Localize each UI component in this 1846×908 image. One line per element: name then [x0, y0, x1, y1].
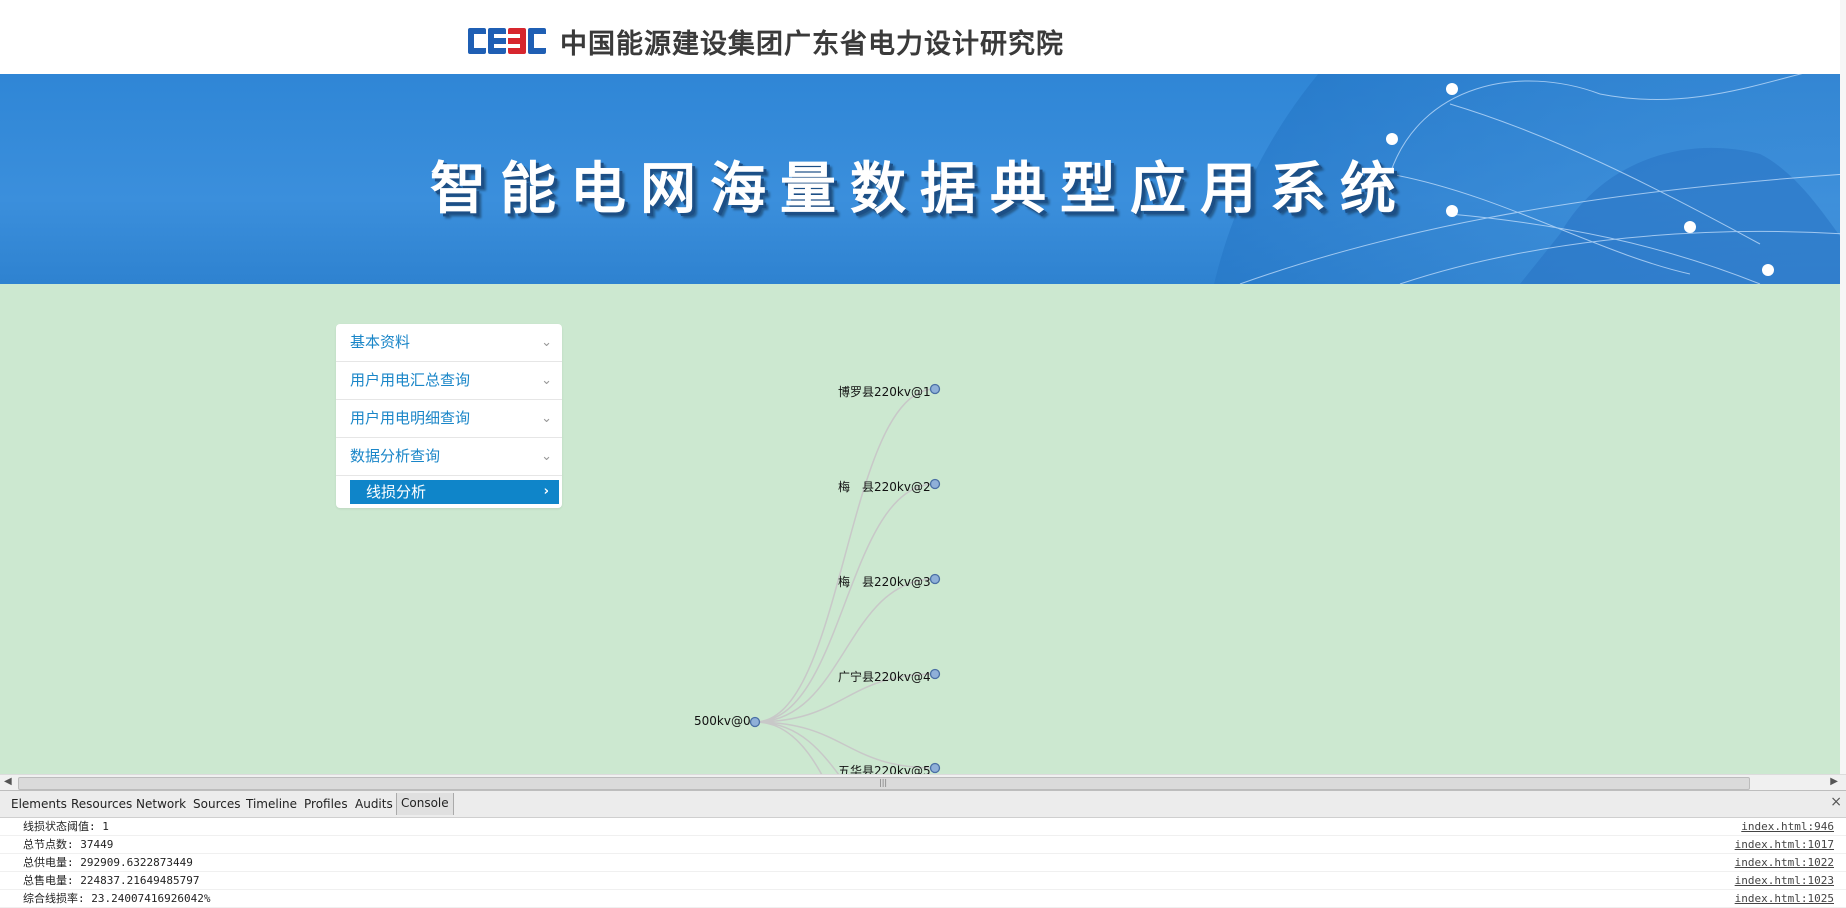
tab-console[interactable]: Console — [396, 793, 454, 815]
log-source-link[interactable]: index.html:1025 — [1735, 890, 1834, 907]
tree-node-label[interactable]: 广宁县220kv@4 — [838, 668, 931, 685]
scroll-right-icon[interactable]: ▶ — [1830, 776, 1838, 787]
log-message: 总供电量: 292909.6322873449 — [23, 856, 193, 869]
tab-audits[interactable]: Audits — [355, 797, 393, 811]
log-source-link[interactable]: index.html:1017 — [1735, 836, 1834, 853]
menu-item-label: 数据分析查询 — [350, 447, 441, 465]
console-log-line: 总节点数: 37449 index.html:1017 — [0, 836, 1846, 854]
log-source-link[interactable]: index.html:1022 — [1735, 854, 1834, 871]
tree-node-label[interactable]: 梅 县220kv@3 — [838, 573, 931, 590]
menu-item-usage-summary[interactable]: 用户用电汇总查询 ⌄ — [336, 362, 562, 400]
tab-elements[interactable]: Elements — [11, 797, 67, 811]
menu-item-label: 基本资料 — [350, 333, 411, 351]
horizontal-scrollbar[interactable]: ◀ ||| ▶ — [0, 774, 1846, 790]
tree-child-node[interactable] — [929, 478, 941, 490]
tree-child-node[interactable] — [929, 573, 941, 585]
organization-name: 中国能源建设集团广东省电力设计研究院 — [560, 29, 1064, 60]
chevron-right-icon: › — [543, 484, 549, 499]
log-source-link[interactable]: index.html:946 — [1741, 818, 1834, 835]
log-message: 总节点数: 37449 — [23, 838, 114, 851]
log-message: 综合线损率: 23.24007416926042% — [23, 892, 211, 905]
system-title: 智能电网海量数据典型应用系统 — [430, 156, 1410, 222]
chevron-down-icon: ⌄ — [541, 449, 552, 464]
menu-item-label: 用户用电汇总查询 — [350, 371, 471, 389]
tree-child-node[interactable] — [929, 762, 941, 774]
browser-viewport: 中国能源建设集团广东省电力设计研究院 智能电网海量数据典型应用系统 基本资料 ⌄… — [0, 0, 1846, 790]
tab-profiles[interactable]: Profiles — [304, 797, 348, 811]
tab-resources[interactable]: Resources — [71, 797, 132, 811]
line-loss-tree — [749, 383, 941, 774]
log-message: 线损状态阈值: 1 — [23, 820, 109, 833]
tab-timeline[interactable]: Timeline — [246, 797, 297, 811]
close-icon[interactable]: × — [1830, 794, 1842, 810]
top-header: 中国能源建设集团广东省电力设计研究院 — [0, 0, 1846, 74]
vertical-scrollbar[interactable] — [1840, 0, 1846, 774]
menu-item-data-analysis[interactable]: 数据分析查询 ⌄ — [336, 438, 562, 476]
menu-item-basic-info[interactable]: 基本资料 ⌄ — [336, 324, 562, 362]
tree-link — [754, 483, 936, 723]
submenu-item-label: 线损分析 — [366, 483, 427, 501]
tree-node-label[interactable]: 五华县220kv@5 — [838, 762, 931, 774]
console-log-line: 总售电量: 224837.21649485797 index.html:1023 — [0, 872, 1846, 890]
scroll-left-icon[interactable]: ◀ — [4, 776, 12, 787]
tree-node-label[interactable]: 博罗县220kv@1 — [838, 383, 931, 400]
chevron-down-icon: ⌄ — [541, 411, 552, 426]
tree-root-node[interactable] — [749, 716, 761, 728]
submenu-item-line-loss[interactable]: 线损分析 › — [350, 480, 559, 504]
tree-child-node[interactable] — [929, 668, 941, 680]
tab-network[interactable]: Network — [136, 797, 186, 811]
sidebar-menu: 基本资料 ⌄ 用户用电汇总查询 ⌄ 用户用电明细查询 ⌄ 数据分析查询 ⌄ 线损… — [336, 324, 562, 508]
tree-link — [754, 578, 936, 723]
console-log-line: 综合线损率: 23.24007416926042% index.html:102… — [0, 890, 1846, 908]
scrollbar-thumb[interactable]: ||| — [18, 777, 1750, 790]
devtools-tabbar: Elements Resources Network Sources Timel… — [0, 791, 1846, 818]
devtools-panel: Elements Resources Network Sources Timel… — [0, 790, 1846, 908]
console-log-line: 总供电量: 292909.6322873449 index.html:1022 — [0, 854, 1846, 872]
log-message: 总售电量: 224837.21649485797 — [23, 874, 200, 887]
main-content: 基本资料 ⌄ 用户用电汇总查询 ⌄ 用户用电明细查询 ⌄ 数据分析查询 ⌄ 线损… — [0, 284, 1846, 774]
menu-item-usage-detail[interactable]: 用户用电明细查询 ⌄ — [336, 400, 562, 438]
tree-node-label[interactable]: 梅 县220kv@2 — [838, 478, 931, 495]
menu-item-label: 用户用电明细查询 — [350, 409, 471, 427]
ceec-logo — [468, 28, 546, 54]
chevron-down-icon: ⌄ — [541, 373, 552, 388]
system-banner: 智能电网海量数据典型应用系统 — [0, 74, 1846, 284]
log-source-link[interactable]: index.html:1023 — [1735, 872, 1834, 889]
tree-child-node[interactable] — [929, 383, 941, 395]
tab-sources[interactable]: Sources — [193, 797, 240, 811]
tree-root-label[interactable]: 500kv@0 — [694, 714, 751, 728]
console-log-line: 线损状态阈值: 1 index.html:946 — [0, 818, 1846, 836]
chevron-down-icon: ⌄ — [541, 335, 552, 350]
